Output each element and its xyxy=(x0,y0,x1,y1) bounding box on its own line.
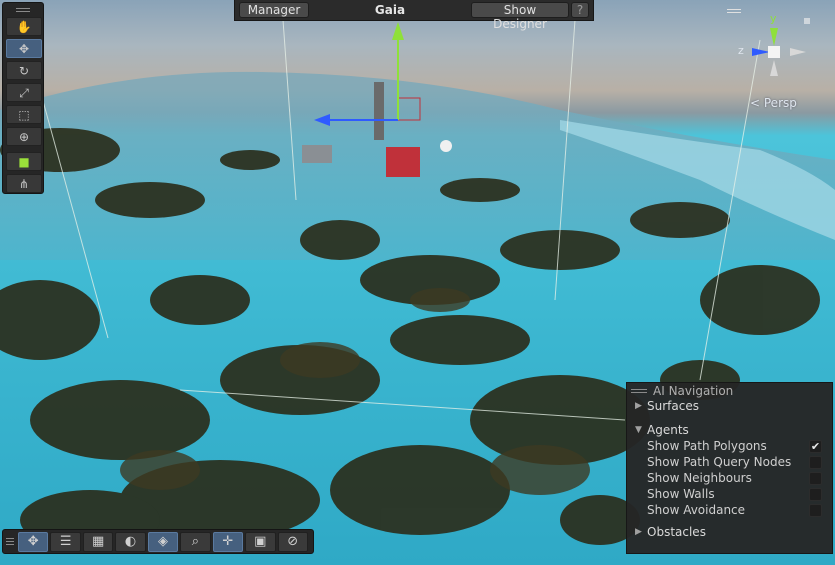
bottom-layers-button[interactable]: ◈ xyxy=(147,531,179,552)
bottom-toolbar-grip[interactable] xyxy=(6,534,14,550)
transform-tool-button[interactable]: ⊕ xyxy=(6,127,42,146)
toolbar-grip[interactable] xyxy=(5,6,41,14)
scale-tool-button[interactable]: ⤢ xyxy=(6,83,42,102)
chevron-down-icon: ▼ xyxy=(635,425,642,435)
hand-tool-button[interactable]: ✋ xyxy=(6,17,42,36)
option-show-walls[interactable]: Show Walls xyxy=(627,486,832,502)
bottom-camera-button[interactable]: ▣ xyxy=(245,531,276,552)
chevron-right-icon: ▶ xyxy=(635,527,642,537)
move-icon: ✥ xyxy=(18,41,30,56)
show-avoidance-checkbox[interactable] xyxy=(809,503,822,517)
option-show-path-polygons[interactable]: Show Path Polygons ✔ xyxy=(627,438,832,454)
gaia-cube-icon: ■ xyxy=(18,154,30,169)
camera-icon: ▣ xyxy=(254,534,267,549)
move-tool-button[interactable]: ✥ xyxy=(6,39,42,58)
show-path-query-nodes-checkbox[interactable] xyxy=(809,455,822,469)
scene-title: Gaia xyxy=(374,3,406,17)
gizmo-y-label: y xyxy=(770,12,777,25)
ai-navigation-header[interactable]: AI Navigation xyxy=(627,383,832,398)
surfaces-foldout[interactable]: ▶ Surfaces xyxy=(627,398,832,414)
show-neighbours-checkbox[interactable] xyxy=(809,471,822,485)
gaia-tool-button[interactable]: ■ xyxy=(6,152,42,171)
surfaces-label: Surfaces xyxy=(647,399,699,413)
snap-icon: ✛ xyxy=(222,534,234,549)
agents-foldout[interactable]: ▼ Agents xyxy=(627,422,832,438)
rect-tool-button[interactable]: ⬚ xyxy=(6,105,42,124)
bottom-sliders-button[interactable]: ☰ xyxy=(50,531,81,552)
option-show-neighbours[interactable]: Show Neighbours xyxy=(627,470,832,486)
rect-icon: ⬚ xyxy=(18,107,30,122)
compass-icon: ⊘ xyxy=(287,534,299,549)
rotate-icon: ↻ xyxy=(18,63,30,78)
bottom-toolbar: ✥ ☰ ▦ ◐ ◈ ⌕ ✛ ▣ ⊘ xyxy=(2,529,314,554)
lock-icon[interactable] xyxy=(804,18,810,24)
option-show-avoidance[interactable]: Show Avoidance xyxy=(627,502,832,518)
hand-icon: ✋ xyxy=(16,19,32,34)
persp-label[interactable]: < Persp xyxy=(750,96,797,110)
transform-icon: ⊕ xyxy=(18,129,30,144)
bottom-compass-button[interactable]: ⊘ xyxy=(277,531,308,552)
show-path-polygons-checkbox[interactable]: ✔ xyxy=(809,439,822,453)
chevron-right-icon: ▶ xyxy=(635,401,642,411)
bottom-move-button[interactable]: ✥ xyxy=(18,531,49,552)
show-walls-checkbox[interactable] xyxy=(809,487,822,501)
moon-icon: ◐ xyxy=(124,534,137,549)
top-overlay: Manager Gaia Show Designer ? xyxy=(234,0,594,31)
bottom-moon-button[interactable]: ◐ xyxy=(115,531,146,552)
layers-icon: ◈ xyxy=(157,534,168,549)
ai-navigation-title: AI Navigation xyxy=(653,383,734,398)
sliders-icon: ☰ xyxy=(59,534,72,549)
node-tool-button[interactable]: ⋔ xyxy=(6,174,42,193)
move-icon: ✥ xyxy=(27,534,39,549)
tool-bar: ✋ ✥ ↻ ⤢ ⬚ ⊕ ■ ⋔ xyxy=(2,2,44,194)
option-show-path-query-nodes[interactable]: Show Path Query Nodes xyxy=(627,454,832,470)
rotate-tool-button[interactable]: ↻ xyxy=(6,61,42,80)
node-icon: ⋔ xyxy=(18,176,30,191)
bottom-snap-button[interactable]: ✛ xyxy=(212,531,244,552)
obstacles-foldout[interactable]: ▶ Obstacles xyxy=(627,524,832,540)
bottom-search-button[interactable]: ⌕ xyxy=(180,531,211,552)
grid-icon: ▦ xyxy=(91,534,105,549)
ai-navigation-panel: AI Navigation ▶ Surfaces ▼ Agents Show P… xyxy=(626,382,833,554)
show-designer-button[interactable]: Show Designer xyxy=(471,2,569,31)
gizmo-z-label: z xyxy=(738,44,744,57)
scale-icon: ⤢ xyxy=(19,85,29,100)
manager-button[interactable]: Manager xyxy=(239,2,309,18)
help-button[interactable]: ? xyxy=(571,2,589,18)
panel-grip-icon xyxy=(631,388,647,393)
search-icon: ⌕ xyxy=(191,534,200,549)
bottom-grid-button[interactable]: ▦ xyxy=(82,531,114,552)
agents-label: Agents xyxy=(647,423,689,437)
obstacles-label: Obstacles xyxy=(647,525,706,539)
